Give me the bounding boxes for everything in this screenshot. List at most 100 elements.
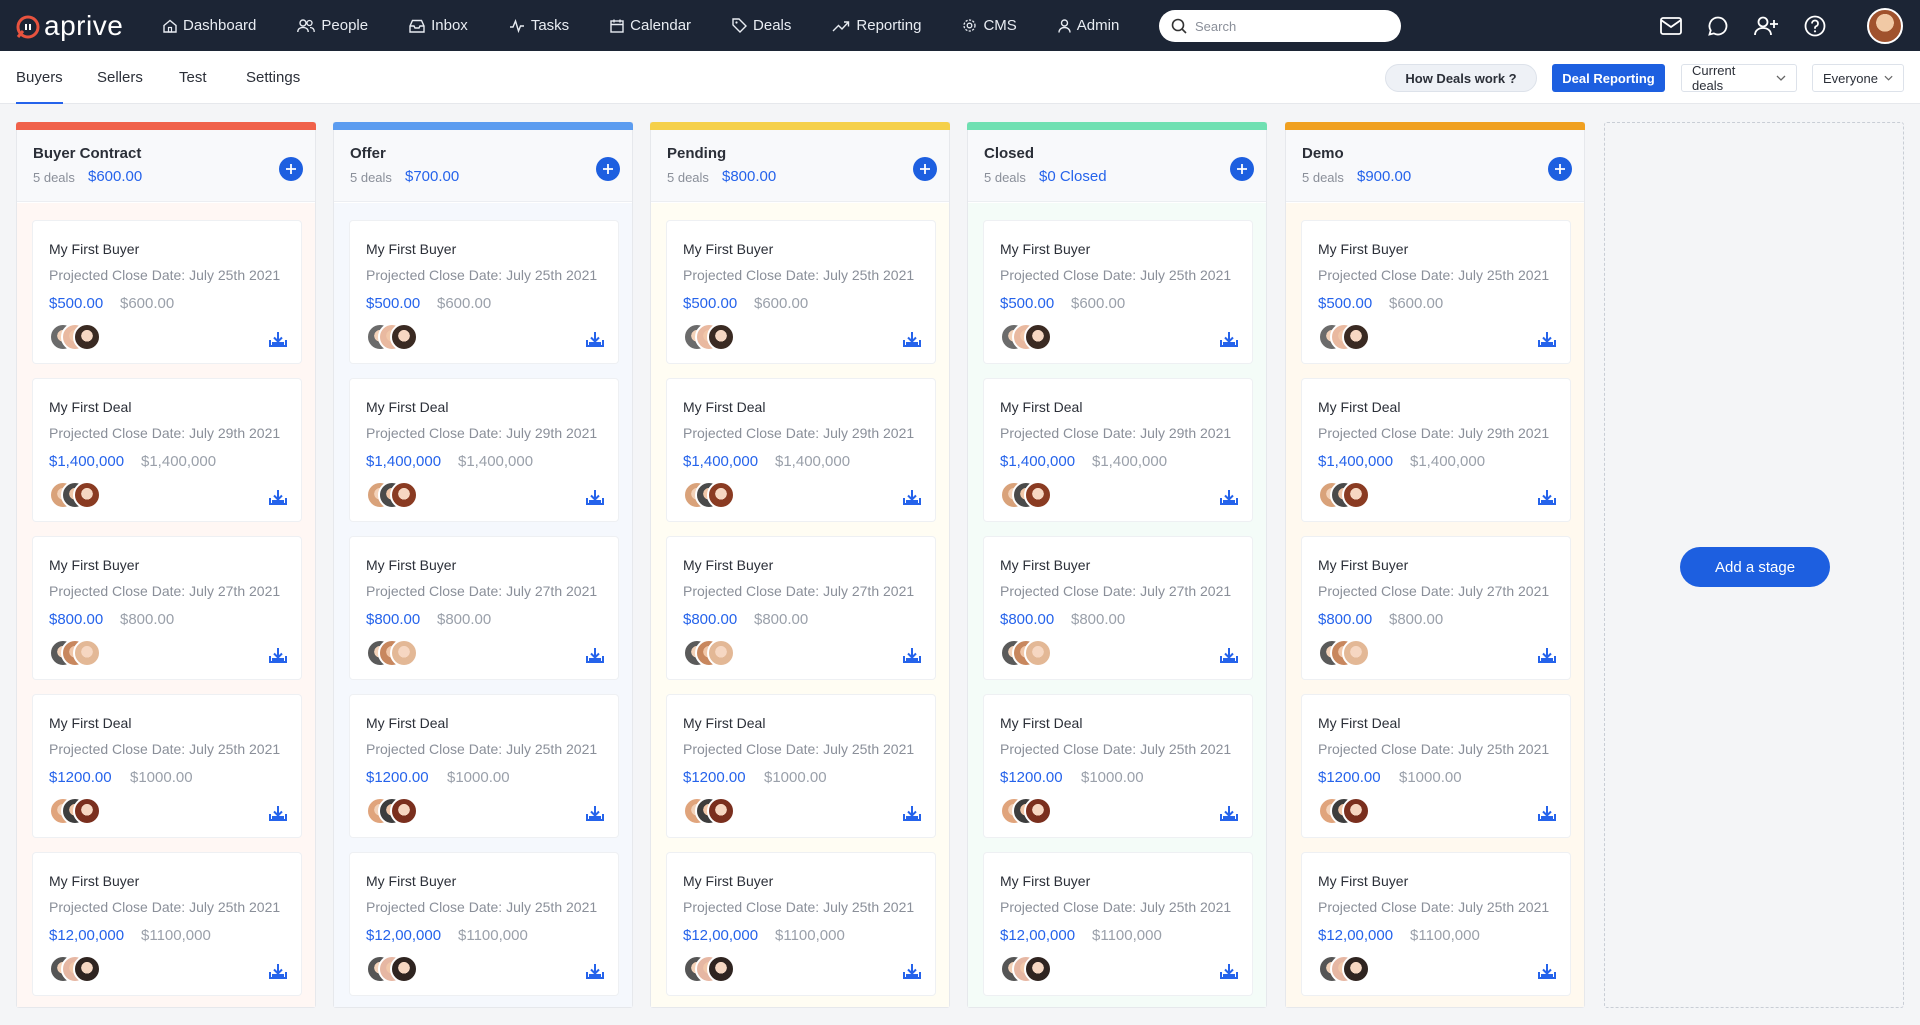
deal-card[interactable]: My First Buyer Projected Close Date: Jul…	[984, 853, 1252, 995]
avatar[interactable]	[707, 481, 735, 509]
user-avatar[interactable]	[1867, 8, 1903, 44]
download-icon[interactable]	[903, 331, 921, 347]
chat-icon[interactable]	[1708, 16, 1728, 36]
download-icon[interactable]	[269, 489, 287, 505]
deal-card[interactable]: My First Deal Projected Close Date: July…	[984, 379, 1252, 521]
deal-card[interactable]: My First Buyer Projected Close Date: Jul…	[667, 221, 935, 363]
download-icon[interactable]	[586, 331, 604, 347]
search-input[interactable]	[1195, 18, 1385, 34]
deal-card[interactable]: My First Deal Projected Close Date: July…	[33, 695, 301, 837]
download-icon[interactable]	[903, 489, 921, 505]
deals-filter-dropdown[interactable]: Current deals	[1681, 63, 1797, 93]
nav-item-inbox[interactable]: Inbox	[409, 17, 468, 34]
tab-sellers[interactable]: Sellers	[97, 51, 143, 104]
avatar[interactable]	[390, 481, 418, 509]
avatar[interactable]	[73, 323, 101, 351]
avatar[interactable]	[1024, 955, 1052, 983]
deal-card[interactable]: My First Buyer Projected Close Date: Jul…	[1302, 221, 1570, 363]
nav-item-deals[interactable]: Deals	[732, 17, 791, 34]
add-deal-button[interactable]	[1548, 157, 1572, 181]
download-icon[interactable]	[1538, 963, 1556, 979]
add-deal-button[interactable]	[596, 157, 620, 181]
deal-card[interactable]: My First Buyer Projected Close Date: Jul…	[984, 537, 1252, 679]
download-icon[interactable]	[586, 647, 604, 663]
nav-item-tasks[interactable]: Tasks	[509, 17, 569, 34]
download-icon[interactable]	[269, 331, 287, 347]
download-icon[interactable]	[269, 963, 287, 979]
avatar[interactable]	[390, 955, 418, 983]
deal-card[interactable]: My First Deal Projected Close Date: July…	[667, 695, 935, 837]
deal-card[interactable]: My First Deal Projected Close Date: July…	[667, 379, 935, 521]
avatar[interactable]	[707, 955, 735, 983]
add-stage-button[interactable]: Add a stage	[1680, 547, 1830, 587]
download-icon[interactable]	[1538, 489, 1556, 505]
avatar[interactable]	[73, 797, 101, 825]
mail-icon[interactable]	[1660, 16, 1682, 35]
deal-card[interactable]: My First Buyer Projected Close Date: Jul…	[350, 537, 618, 679]
avatar[interactable]	[390, 639, 418, 667]
download-icon[interactable]	[1538, 805, 1556, 821]
deal-card[interactable]: My First Buyer Projected Close Date: Jul…	[350, 853, 618, 995]
download-icon[interactable]	[586, 805, 604, 821]
download-icon[interactable]	[1220, 331, 1238, 347]
deal-card[interactable]: My First Deal Projected Close Date: July…	[33, 379, 301, 521]
avatar[interactable]	[1024, 639, 1052, 667]
deal-card[interactable]: My First Buyer Projected Close Date: Jul…	[1302, 853, 1570, 995]
logo[interactable]: aprive	[13, 0, 133, 51]
avatar[interactable]	[73, 955, 101, 983]
avatar[interactable]	[1024, 481, 1052, 509]
deal-card[interactable]: My First Deal Projected Close Date: July…	[1302, 379, 1570, 521]
tab-buyers[interactable]: Buyers	[16, 51, 63, 104]
deal-card[interactable]: My First Buyer Projected Close Date: Jul…	[33, 537, 301, 679]
avatar[interactable]	[1342, 323, 1370, 351]
avatar[interactable]	[390, 797, 418, 825]
deal-card[interactable]: My First Buyer Projected Close Date: Jul…	[667, 853, 935, 995]
tab-settings[interactable]: Settings	[246, 51, 300, 104]
download-icon[interactable]	[586, 489, 604, 505]
nav-item-admin[interactable]: Admin	[1058, 17, 1119, 34]
nav-item-cms[interactable]: CMS	[962, 17, 1017, 34]
deal-card[interactable]: My First Buyer Projected Close Date: Jul…	[667, 537, 935, 679]
avatar[interactable]	[73, 481, 101, 509]
download-icon[interactable]	[903, 963, 921, 979]
nav-item-dashboard[interactable]: Dashboard	[163, 17, 256, 34]
deal-card[interactable]: My First Deal Projected Close Date: July…	[984, 695, 1252, 837]
deal-card[interactable]: My First Buyer Projected Close Date: Jul…	[33, 853, 301, 995]
add-user-icon[interactable]	[1754, 16, 1778, 36]
download-icon[interactable]	[1220, 805, 1238, 821]
avatar[interactable]	[707, 639, 735, 667]
deal-card[interactable]: My First Deal Projected Close Date: July…	[350, 695, 618, 837]
nav-item-people[interactable]: People	[297, 17, 368, 34]
deal-card[interactable]: My First Buyer Projected Close Date: Jul…	[350, 221, 618, 363]
download-icon[interactable]	[1220, 647, 1238, 663]
download-icon[interactable]	[903, 647, 921, 663]
search-box[interactable]	[1159, 10, 1401, 42]
avatar[interactable]	[390, 323, 418, 351]
download-icon[interactable]	[1220, 489, 1238, 505]
avatar[interactable]	[707, 797, 735, 825]
deal-card[interactable]: My First Deal Projected Close Date: July…	[350, 379, 618, 521]
help-icon[interactable]	[1804, 15, 1826, 37]
download-icon[interactable]	[269, 805, 287, 821]
download-icon[interactable]	[1220, 963, 1238, 979]
avatar[interactable]	[1024, 797, 1052, 825]
avatar[interactable]	[1342, 955, 1370, 983]
nav-item-calendar[interactable]: Calendar	[610, 17, 691, 34]
tab-test[interactable]: Test	[179, 51, 207, 104]
deal-card[interactable]: My First Deal Projected Close Date: July…	[1302, 695, 1570, 837]
download-icon[interactable]	[269, 647, 287, 663]
deal-card[interactable]: My First Buyer Projected Close Date: Jul…	[33, 221, 301, 363]
owner-filter-dropdown[interactable]: Everyone	[1812, 64, 1904, 92]
download-icon[interactable]	[1538, 647, 1556, 663]
avatar[interactable]	[1342, 639, 1370, 667]
download-icon[interactable]	[586, 963, 604, 979]
deal-card[interactable]: My First Buyer Projected Close Date: Jul…	[1302, 537, 1570, 679]
avatar[interactable]	[73, 639, 101, 667]
how-deals-work-button[interactable]: How Deals work ?	[1385, 64, 1537, 92]
avatar[interactable]	[1024, 323, 1052, 351]
download-icon[interactable]	[903, 805, 921, 821]
nav-item-reporting[interactable]: Reporting	[832, 17, 921, 34]
avatar[interactable]	[707, 323, 735, 351]
avatar[interactable]	[1342, 481, 1370, 509]
deal-card[interactable]: My First Buyer Projected Close Date: Jul…	[984, 221, 1252, 363]
